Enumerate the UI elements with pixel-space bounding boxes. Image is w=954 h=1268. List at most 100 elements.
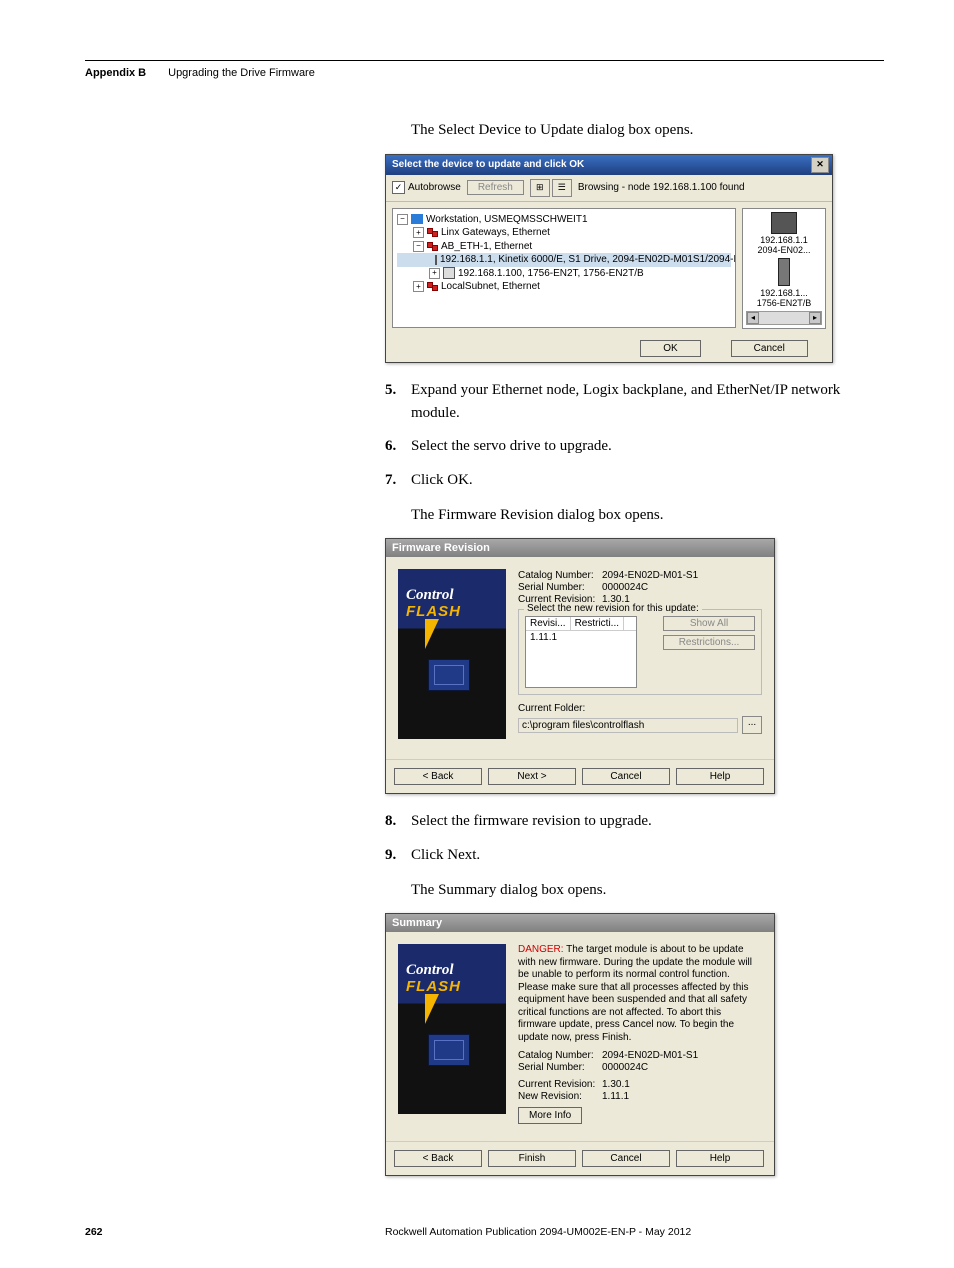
current-rev-value: 1.30.1 — [602, 1079, 630, 1090]
browse-button[interactable]: ... — [742, 716, 762, 734]
intro-text-2: The Firmware Revision dialog box opens. — [411, 504, 884, 527]
tree-node: +Linx Gateways, Ethernet — [397, 226, 731, 240]
dialog-body: Control FLASH Catalog Number:2094-EN02D-… — [386, 557, 774, 751]
catalog-label: Catalog Number: — [518, 1050, 602, 1061]
scrollbar[interactable]: ◂ ▸ — [746, 311, 822, 325]
new-rev-value: 1.11.1 — [602, 1091, 629, 1102]
network-icon — [427, 242, 438, 251]
tree-view-icon[interactable]: ⊞ — [530, 179, 550, 197]
network-icon — [427, 282, 438, 291]
logo-text-flash: FLASH — [406, 978, 461, 995]
dialog-titlebar: Summary — [386, 914, 774, 932]
dialog-titlebar: Select the device to update and click OK… — [386, 155, 832, 175]
help-button[interactable]: Help — [676, 1150, 764, 1167]
autobrowse-checkbox[interactable]: ✓ Autobrowse — [392, 181, 461, 194]
preview-item[interactable]: 192.168.1.1 2094-EN02... — [746, 212, 822, 257]
step-text: Click Next. — [411, 844, 884, 867]
serial-label: Serial Number: — [518, 582, 602, 593]
close-icon[interactable]: ✕ — [811, 157, 829, 173]
firmware-revision-dialog: Firmware Revision Control FLASH Catalog … — [385, 538, 775, 794]
lightning-icon — [411, 994, 439, 1024]
step-5: 5. Expand your Ethernet node, Logix back… — [385, 379, 884, 426]
chevron-left-icon[interactable]: ◂ — [747, 312, 759, 324]
catalog-value: 2094-EN02D-M01-S1 — [602, 570, 698, 581]
controlflash-logo: Control FLASH — [398, 944, 506, 1114]
next-button[interactable]: Next > — [488, 768, 576, 785]
list-row[interactable]: 1.11.1 — [526, 631, 636, 644]
current-rev-label: Current Revision: — [518, 1079, 602, 1090]
page: Appendix B Upgrading the Drive Firmware … — [0, 0, 954, 1268]
finish-button[interactable]: Finish — [488, 1150, 576, 1167]
intro-text-1: The Select Device to Update dialog box o… — [411, 119, 884, 142]
danger-text: DANGER: The target module is about to be… — [518, 944, 762, 1044]
summary-dialog: Summary Control FLASH DANGER: The target… — [385, 913, 775, 1176]
logo-text-flash: FLASH — [406, 603, 461, 620]
preview-cat: 1756-EN2T/B — [746, 299, 822, 309]
chevron-right-icon[interactable]: ▸ — [809, 312, 821, 324]
preview-item[interactable]: 192.168.1... 1756-EN2T/B — [746, 258, 822, 309]
drive-icon — [435, 255, 437, 265]
step-8: 8. Select the firmware revision to upgra… — [385, 810, 884, 833]
dialog-title: Summary — [392, 917, 442, 929]
step-number: 8. — [385, 810, 411, 833]
controlflash-logo: Control FLASH — [398, 569, 506, 739]
dialog-toolbar: ✓ Autobrowse Refresh ⊞ ☰ Browsing - node… — [386, 175, 832, 202]
back-button[interactable]: < Back — [394, 1150, 482, 1167]
cancel-button[interactable]: Cancel — [582, 768, 670, 785]
danger-label: DANGER: — [518, 944, 564, 955]
list-view-icon[interactable]: ☰ — [552, 179, 572, 197]
tree-node: +LocalSubnet, Ethernet — [397, 280, 731, 294]
refresh-button[interactable]: Refresh — [467, 180, 524, 195]
dialog-info: DANGER: The target module is about to be… — [518, 944, 762, 1121]
col-restrict: Restricti... — [571, 617, 624, 630]
tree-root: −Workstation, USMEQMSSCHWEIT1 — [397, 213, 731, 227]
revision-group: Select the new revision for this update:… — [518, 609, 762, 695]
dialog-footer: OK Cancel — [386, 335, 832, 362]
dialog-title: Firmware Revision — [392, 542, 490, 554]
step-number: 9. — [385, 844, 411, 867]
device-tree[interactable]: −Workstation, USMEQMSSCHWEIT1 +Linx Gate… — [392, 208, 736, 328]
new-rev-label: New Revision: — [518, 1091, 602, 1102]
serial-label: Serial Number: — [518, 1062, 602, 1073]
restrictions-button[interactable]: Restrictions... — [663, 635, 755, 650]
folder-section: Current Folder: c:\program files\control… — [518, 703, 762, 734]
intro-text-3: The Summary dialog box opens. — [411, 879, 884, 902]
step-number: 7. — [385, 469, 411, 492]
chip-icon — [428, 1034, 470, 1066]
view-toolbar: ⊞ ☰ — [530, 179, 572, 197]
wizard-footer: < Back Finish Cancel Help — [386, 1141, 774, 1175]
tree-node: −AB_ETH-1, Ethernet — [397, 240, 731, 254]
step-text: Expand your Ethernet node, Logix backpla… — [411, 379, 884, 426]
dialog-title: Select the device to update and click OK — [392, 159, 584, 170]
moreinfo-button[interactable]: More Info — [518, 1107, 582, 1124]
wizard-footer: < Back Next > Cancel Help — [386, 759, 774, 793]
step-text: Select the firmware revision to upgrade. — [411, 810, 884, 833]
dialog-titlebar: Firmware Revision — [386, 539, 774, 557]
appendix-title: Upgrading the Drive Firmware — [168, 67, 315, 79]
catalog-label: Catalog Number: — [518, 570, 602, 581]
logo-text-control: Control — [406, 962, 454, 979]
back-button[interactable]: < Back — [394, 768, 482, 785]
select-device-dialog: Select the device to update and click OK… — [385, 154, 833, 363]
revision-list[interactable]: Revisi... Restricti... 1.11.1 — [525, 616, 637, 688]
module-icon — [778, 258, 790, 286]
col-revision: Revisi... — [526, 617, 571, 630]
step-9: 9. Click Next. — [385, 844, 884, 867]
cancel-button[interactable]: Cancel — [582, 1150, 670, 1167]
tree-node: +192.168.1.100, 1756-EN2T, 1756-EN2T/B — [397, 267, 731, 281]
checkmark-icon: ✓ — [392, 181, 405, 194]
cancel-button[interactable]: Cancel — [731, 340, 808, 357]
page-number: 262 — [85, 1226, 385, 1238]
showall-button[interactable]: Show All — [663, 616, 755, 631]
folder-label: Current Folder: — [518, 703, 762, 714]
workstation-icon — [411, 214, 423, 224]
dialog-body: −Workstation, USMEQMSSCHWEIT1 +Linx Gate… — [386, 202, 832, 335]
help-button[interactable]: Help — [676, 768, 764, 785]
rack-icon — [443, 267, 455, 279]
drive-icon — [771, 212, 797, 234]
tree-leaf-selected: 192.168.1.1, Kinetix 6000/E, S1 Drive, 2… — [397, 253, 731, 267]
ok-button[interactable]: OK — [640, 340, 700, 357]
chip-icon — [428, 659, 470, 691]
dialog-body: Control FLASH DANGER: The target module … — [386, 932, 774, 1133]
warning-body: The target module is about to be update … — [518, 944, 752, 1043]
